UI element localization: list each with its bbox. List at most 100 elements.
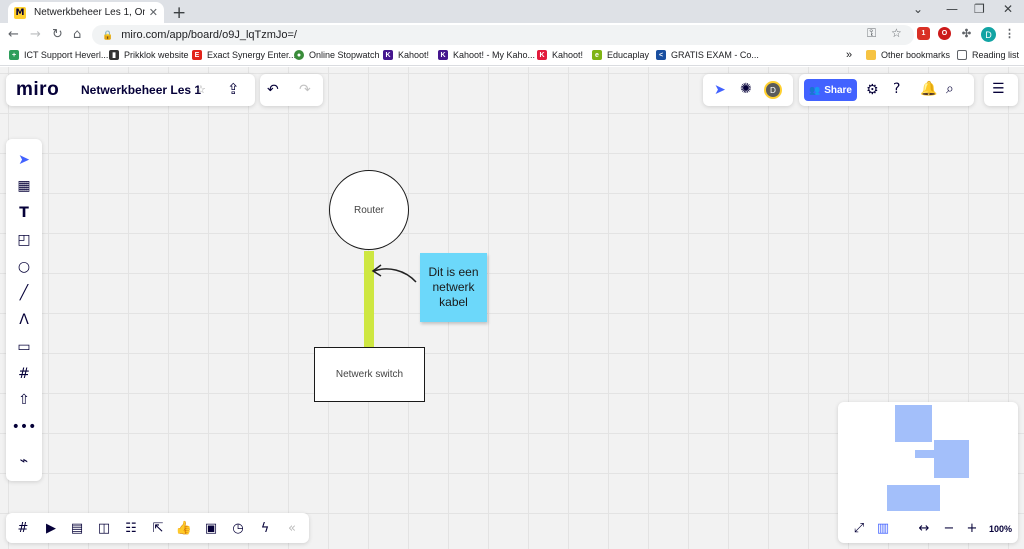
templates-icon[interactable]: ▦ [14, 176, 34, 196]
extensions-puzzle-icon[interactable]: ✣ [960, 27, 973, 40]
notes-icon[interactable]: ☰ [992, 81, 1005, 97]
board-title[interactable]: Netwerkbeheer Les 1 [81, 83, 201, 97]
zoom-level[interactable]: 100% [989, 524, 1012, 534]
chat-icon[interactable]: ▤ [68, 519, 86, 537]
profile-avatar[interactable]: D [981, 27, 996, 42]
restore-icon[interactable]: ❐ [974, 2, 985, 16]
bookmark-item[interactable]: ● Online Stopwatch [294, 50, 380, 60]
share-screen-icon[interactable]: ⇱ [149, 519, 167, 537]
lock-icon[interactable]: 🔒 [102, 30, 113, 41]
bell-icon[interactable]: 🔔 [920, 81, 937, 97]
text-tool-icon[interactable]: T [14, 203, 34, 223]
select-tool-icon[interactable]: ➤ [14, 150, 34, 170]
zoom-in-icon[interactable]: + [963, 519, 981, 537]
cursor-icon[interactable]: ➤ [714, 82, 726, 98]
address-bar[interactable]: 🔒 miro.com/app/board/o9J_lqTzmJo=/ [92, 25, 914, 45]
user-avatar[interactable]: D [764, 81, 782, 99]
users-icon: 👥 [808, 84, 821, 95]
bookmark-star-icon[interactable]: ☆ [891, 26, 902, 40]
browser-toolbar: ← → ↻ ⌂ 🔒 miro.com/app/board/o9J_lqTzmJo… [0, 23, 1024, 47]
browser-tab-strip: M Netwerkbeheer Les 1, Online Wh ✕ + ⌄ —… [0, 0, 1024, 23]
forward-icon[interactable]: → [30, 27, 41, 42]
bookmark-item[interactable]: K Kahoot! [383, 50, 429, 60]
minimize-icon[interactable]: — [946, 2, 958, 16]
bookmark-item[interactable]: K Kahoot! - My Kaho... [438, 50, 535, 60]
line-tool-icon[interactable]: ╱ [14, 283, 34, 303]
bookmark-item[interactable]: e Educaplay [592, 50, 649, 60]
chrome-menu-icon[interactable]: ⋮ [1003, 27, 1016, 40]
reload-icon[interactable]: ↻ [52, 27, 63, 42]
back-icon[interactable]: ← [8, 27, 19, 42]
zoom-out-icon[interactable]: − [940, 519, 958, 537]
shape-tool-icon[interactable]: ○ [14, 257, 34, 277]
frames-icon[interactable]: # [14, 519, 32, 537]
presentation-icon[interactable]: ▶ [42, 519, 60, 537]
url-text: miro.com/app/board/o9J_lqTzmJo=/ [121, 29, 297, 41]
password-key-icon[interactable]: ⚿ [867, 26, 876, 41]
reading-list-icon [957, 50, 967, 60]
redo-icon[interactable]: ↷ [299, 82, 311, 98]
close-tab-icon[interactable]: ✕ [149, 6, 158, 19]
barcode-icon: ▮ [109, 50, 119, 60]
arrow-connector[interactable] [370, 262, 420, 288]
minimap-sticky-block [934, 440, 969, 478]
frame-icon[interactable]: # [14, 364, 34, 384]
apps-plug-icon[interactable]: ⌁ [14, 451, 34, 471]
extension-badge-icon[interactable]: 1 [917, 27, 930, 40]
power-icon[interactable]: ϟ [256, 519, 274, 537]
celebrate-icon[interactable]: ✺ [740, 81, 752, 97]
router-shape[interactable]: Router [329, 170, 409, 250]
tab-search-icon[interactable]: ⌄ [913, 2, 923, 16]
timer-icon[interactable]: ◷ [229, 519, 247, 537]
tab-title: Netwerkbeheer Les 1, Online Wh [34, 7, 145, 18]
star-icon[interactable]: ☆ [196, 83, 206, 96]
close-window-icon[interactable]: ✕ [1003, 2, 1013, 16]
export-icon[interactable]: ⇪ [227, 80, 240, 98]
share-button[interactable]: 👥 Share [804, 79, 857, 101]
comment-icon[interactable]: ▭ [14, 337, 34, 357]
sticky-note-text: Dit is een netwerk kabel [428, 265, 479, 309]
bookmark-item[interactable]: E Exact Synergy Enter... [192, 50, 296, 60]
router-label: Router [353, 204, 384, 216]
voting-icon[interactable]: 👍 [175, 519, 193, 537]
more-bookmarks-button[interactable]: » [846, 49, 852, 61]
bookmark-item[interactable]: ▮ Prikklok website [109, 50, 189, 60]
pen-tool-icon[interactable]: Λ [14, 310, 34, 330]
help-icon[interactable]: ? [893, 81, 900, 97]
settings-sliders-icon[interactable]: ⚙ [866, 82, 879, 98]
sticky-note-icon[interactable]: ◰ [14, 230, 34, 250]
map-icon[interactable]: ▥ [874, 519, 892, 537]
minimap-switch-block [887, 485, 940, 511]
miro-logo[interactable]: miro [16, 79, 59, 101]
video-icon[interactable]: ▣ [202, 519, 220, 537]
kahoot-icon: K [383, 50, 393, 60]
bookmark-item[interactable]: K Kahoot! [537, 50, 583, 60]
search-icon[interactable]: ⌕ [946, 81, 954, 97]
undo-icon[interactable]: ↶ [267, 82, 279, 98]
bookmark-item[interactable]: + ICT Support Heverl... [9, 50, 108, 60]
bookmark-icon: + [9, 50, 19, 60]
upload-icon[interactable]: ⇧ [14, 390, 34, 410]
more-tools-icon[interactable]: ••• [12, 417, 37, 437]
exam-icon: < [656, 50, 666, 60]
opera-extension-icon[interactable]: O [938, 27, 951, 40]
folder-icon [866, 50, 876, 60]
sticky-note[interactable]: Dit is een netwerk kabel [420, 253, 487, 322]
fit-screen-icon[interactable]: ⤢ [850, 519, 868, 537]
reading-list[interactable]: Reading list [957, 50, 1019, 60]
switch-label: Netwerk switch [335, 369, 404, 380]
new-tab-icon[interactable]: + [172, 3, 186, 23]
browser-tab[interactable]: M Netwerkbeheer Les 1, Online Wh ✕ [8, 2, 164, 23]
collapse-icon[interactable]: « [283, 519, 301, 537]
bookmark-item[interactable]: < GRATIS EXAM - Co... [656, 50, 759, 60]
comments-icon[interactable]: ◫ [95, 519, 113, 537]
cards-icon[interactable]: ☷ [122, 519, 140, 537]
other-bookmarks[interactable]: Other bookmarks [866, 50, 950, 60]
kahoot-icon: K [438, 50, 448, 60]
minimap-router-block [895, 405, 932, 442]
fit-width-icon[interactable]: ↔ [915, 519, 933, 537]
minimap-cable-block [915, 450, 937, 458]
educaplay-icon: e [592, 50, 602, 60]
home-icon[interactable]: ⌂ [73, 27, 81, 42]
switch-shape[interactable]: Netwerk switch [314, 347, 425, 402]
